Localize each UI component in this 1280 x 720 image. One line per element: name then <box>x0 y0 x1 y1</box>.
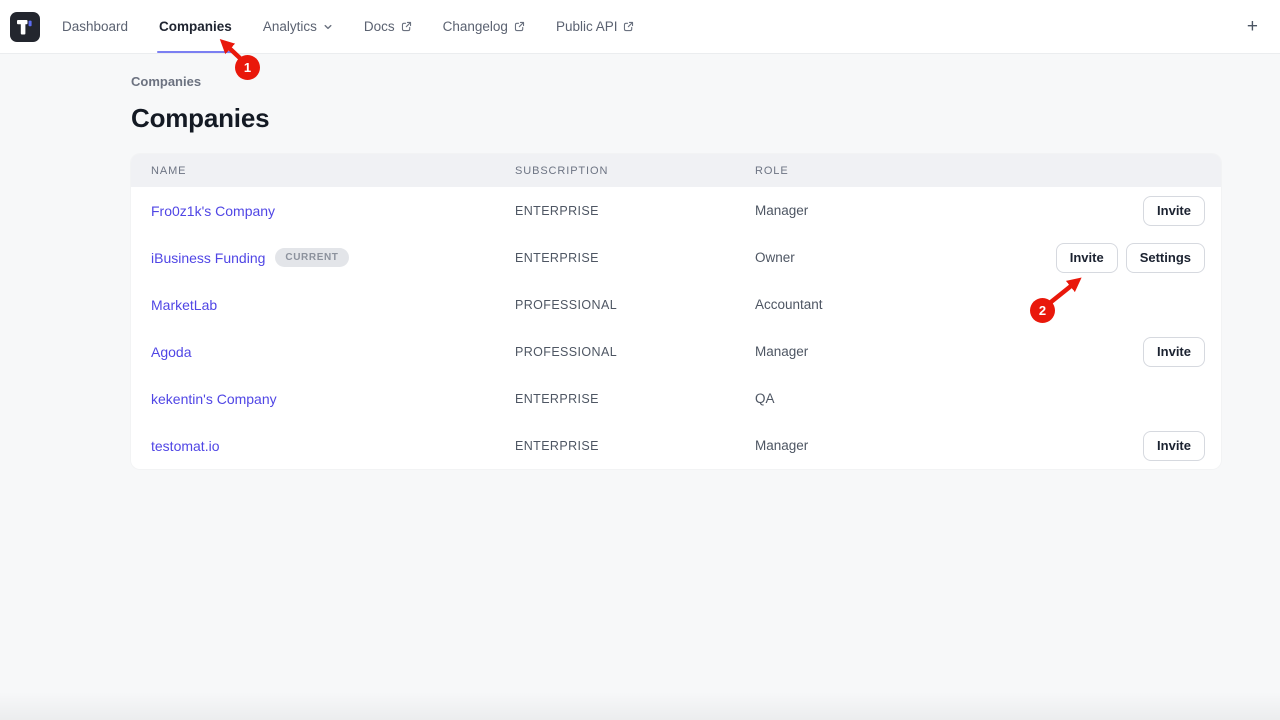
nav-item-label: Companies <box>159 19 232 34</box>
actions-cell: Invite <box>1143 431 1205 461</box>
external-link-icon <box>401 21 412 32</box>
table-row: Fro0z1k's Company ENTERPRISE Manager Inv… <box>131 187 1221 234</box>
column-header-role: ROLE <box>755 165 1205 177</box>
current-badge: CURRENT <box>275 248 348 267</box>
role-cell: Manager <box>755 344 1143 359</box>
add-icon[interactable]: + <box>1243 13 1262 40</box>
chevron-down-icon <box>323 22 333 32</box>
invite-button[interactable]: Invite <box>1056 243 1118 273</box>
settings-button[interactable]: Settings <box>1126 243 1205 273</box>
subscription-cell: ENTERPRISE <box>515 204 755 218</box>
role-cell: QA <box>755 391 1205 406</box>
main-content: Companies Companies NAME SUBSCRIPTION RO… <box>0 54 1280 469</box>
company-link[interactable]: testomat.io <box>151 438 219 454</box>
actions-cell: Invite <box>1143 196 1205 226</box>
company-link[interactable]: Agoda <box>151 344 191 360</box>
nav-item-analytics[interactable]: Analytics <box>263 0 333 53</box>
role-cell: Manager <box>755 438 1143 453</box>
actions-cell: Invite Settings <box>1056 243 1205 273</box>
nav-menu: Dashboard Companies Analytics Docs Chang… <box>62 0 634 53</box>
table-row: Agoda PROFESSIONAL Manager Invite <box>131 328 1221 375</box>
table-row: kekentin's Company ENTERPRISE QA <box>131 375 1221 422</box>
external-link-icon <box>514 21 525 32</box>
breadcrumb: Companies <box>131 54 1280 89</box>
subscription-cell: ENTERPRISE <box>515 439 755 453</box>
nav-item-label: Dashboard <box>62 19 128 34</box>
nav-item-label: Docs <box>364 19 395 34</box>
testomat-logo-icon <box>10 12 40 42</box>
top-navigation: Dashboard Companies Analytics Docs Chang… <box>0 0 1280 54</box>
nav-item-changelog[interactable]: Changelog <box>443 0 525 53</box>
name-cell: iBusiness Funding CURRENT <box>151 248 515 267</box>
subscription-cell: ENTERPRISE <box>515 392 755 406</box>
column-header-subscription: SUBSCRIPTION <box>515 165 755 177</box>
name-cell: MarketLab <box>151 297 515 313</box>
testomat-logo[interactable] <box>10 12 40 42</box>
table-row: iBusiness Funding CURRENT ENTERPRISE Own… <box>131 234 1221 281</box>
companies-table: NAME SUBSCRIPTION ROLE Fro0z1k's Company… <box>131 154 1221 469</box>
company-link[interactable]: iBusiness Funding <box>151 250 265 266</box>
table-row: testomat.io ENTERPRISE Manager Invite <box>131 422 1221 469</box>
table-row: MarketLab PROFESSIONAL Accountant <box>131 281 1221 328</box>
name-cell: Fro0z1k's Company <box>151 203 515 219</box>
role-cell: Manager <box>755 203 1143 218</box>
external-link-icon <box>623 21 634 32</box>
nav-item-public-api[interactable]: Public API <box>556 0 635 53</box>
page-title: Companies <box>131 103 1280 133</box>
nav-item-companies[interactable]: Companies <box>159 0 232 53</box>
bottom-fade <box>0 692 1280 720</box>
company-link[interactable]: MarketLab <box>151 297 217 313</box>
table-header-row: NAME SUBSCRIPTION ROLE <box>131 154 1221 187</box>
name-cell: kekentin's Company <box>151 391 515 407</box>
nav-item-label: Analytics <box>263 19 317 34</box>
nav-item-dashboard[interactable]: Dashboard <box>62 0 128 53</box>
name-cell: Agoda <box>151 344 515 360</box>
subscription-cell: PROFESSIONAL <box>515 298 755 312</box>
company-link[interactable]: kekentin's Company <box>151 391 277 407</box>
role-cell: Accountant <box>755 297 1205 312</box>
table-body: Fro0z1k's Company ENTERPRISE Manager Inv… <box>131 187 1221 469</box>
invite-button[interactable]: Invite <box>1143 196 1205 226</box>
nav-item-label: Changelog <box>443 19 508 34</box>
actions-cell: Invite <box>1143 337 1205 367</box>
nav-item-label: Public API <box>556 19 618 34</box>
name-cell: testomat.io <box>151 438 515 454</box>
invite-button[interactable]: Invite <box>1143 337 1205 367</box>
subscription-cell: PROFESSIONAL <box>515 345 755 359</box>
subscription-cell: ENTERPRISE <box>515 251 755 265</box>
invite-button[interactable]: Invite <box>1143 431 1205 461</box>
nav-item-docs[interactable]: Docs <box>364 0 412 53</box>
column-header-name: NAME <box>151 165 515 177</box>
company-link[interactable]: Fro0z1k's Company <box>151 203 275 219</box>
role-cell: Owner <box>755 250 1056 265</box>
